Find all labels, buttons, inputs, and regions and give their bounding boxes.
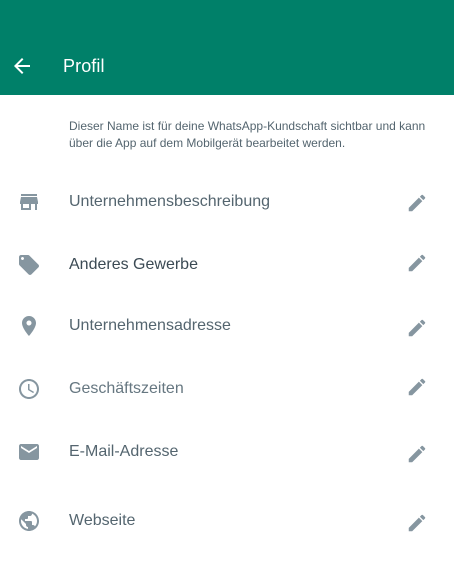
pencil-icon [408, 194, 426, 212]
edit-website-button[interactable] [406, 512, 428, 534]
row-label-business-hours: Geschäftszeiten [69, 380, 184, 397]
globe-icon [17, 509, 41, 533]
arrow-left-icon [14, 58, 30, 74]
row-website[interactable]: Webseite [0, 501, 454, 541]
back-button[interactable] [10, 54, 34, 78]
edit-business-address-button[interactable] [406, 317, 428, 339]
pencil-icon [408, 319, 426, 337]
pencil-icon [408, 254, 426, 272]
clock-icon [17, 377, 41, 401]
edit-email-button[interactable] [406, 443, 428, 465]
edit-business-category-button[interactable] [406, 252, 428, 274]
edit-business-hours-button[interactable] [406, 376, 428, 398]
row-business-description[interactable]: Unternehmensbeschreibung [0, 182, 454, 222]
app-header: Profil [0, 0, 454, 95]
row-business-address[interactable]: Unternehmensadresse [0, 306, 454, 346]
pencil-icon [408, 445, 426, 463]
row-label-business-category: Anderes Gewerbe [69, 256, 198, 273]
store-icon [17, 190, 41, 214]
row-label-email: E-Mail-Adresse [69, 443, 179, 460]
pencil-icon [408, 378, 426, 396]
profile-name-notice: Dieser Name ist für deine WhatsApp-Kunds… [69, 119, 426, 150]
row-email[interactable]: E-Mail-Adresse [0, 432, 454, 472]
pencil-icon [408, 514, 426, 532]
location-pin-icon [17, 314, 41, 338]
page-title: Profil [63, 56, 105, 76]
row-business-category[interactable]: Anderes Gewerbe [0, 245, 454, 285]
row-business-hours[interactable]: Geschäftszeiten [0, 369, 454, 409]
row-label-business-description: Unternehmensbeschreibung [69, 193, 271, 210]
row-label-website: Webseite [69, 512, 136, 529]
row-label-business-address: Unternehmensadresse [69, 317, 231, 334]
mail-icon [17, 440, 41, 464]
edit-business-description-button[interactable] [406, 192, 428, 214]
tag-icon [17, 253, 41, 277]
